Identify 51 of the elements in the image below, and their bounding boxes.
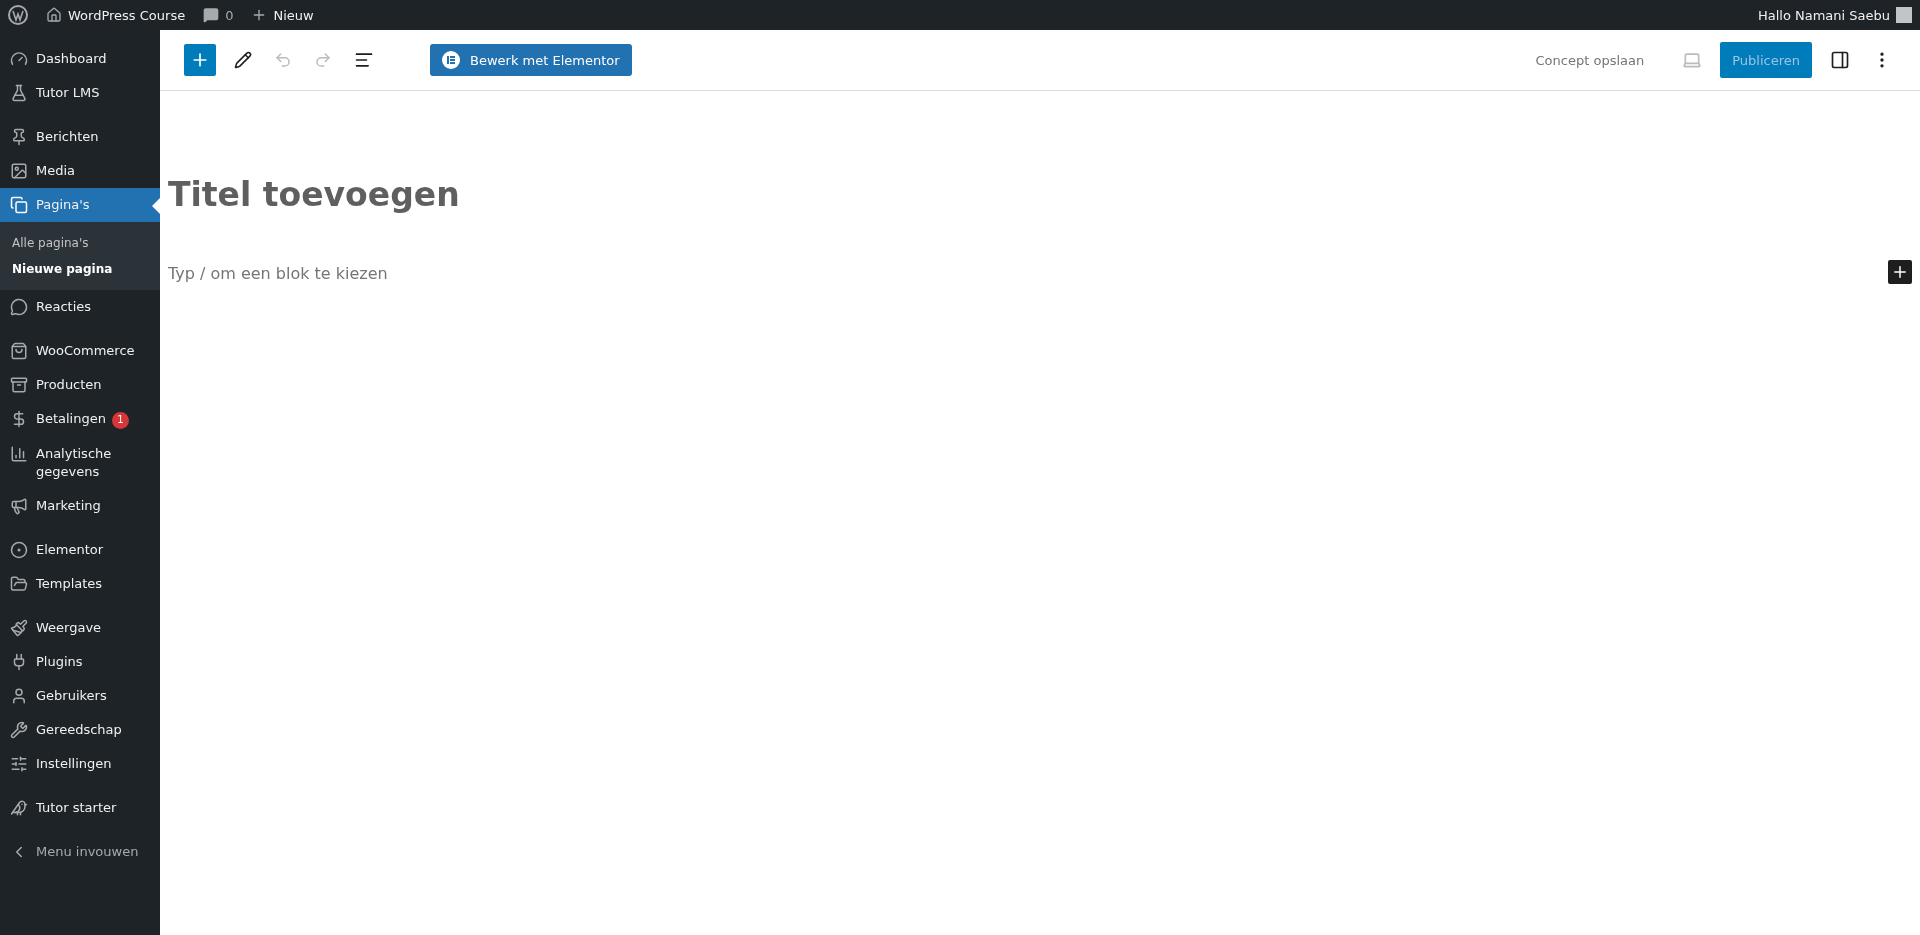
bag-icon (10, 342, 28, 360)
flask-icon (10, 84, 28, 102)
menu-item[interactable]: Gebruikers (0, 678, 160, 713)
gauge-icon (10, 50, 28, 68)
menu-item[interactable]: Betalingen 1 (0, 402, 160, 437)
menu-item[interactable]: Tutor starter (0, 790, 160, 825)
site-link[interactable]: WordPress Course (46, 7, 186, 23)
menu-item[interactable]: Gereedschap (0, 712, 160, 747)
comments-link[interactable]: 0 (203, 7, 234, 23)
elementor-button[interactable]: Bewerk met Elementor (430, 44, 632, 76)
avatar-icon (1896, 7, 1912, 23)
menu-item[interactable]: Marketing (0, 488, 160, 523)
menu-item[interactable]: Producten (0, 368, 160, 402)
add-block-button[interactable] (1888, 260, 1912, 284)
menu-item[interactable]: Berichten (0, 120, 160, 154)
menu-item[interactable]: WooCommerce (0, 334, 160, 368)
count-badge: 1 (111, 411, 129, 429)
menu-item[interactable]: Reacties (0, 290, 160, 324)
image-icon (10, 162, 28, 180)
menu-item[interactable]: Elementor (0, 532, 160, 567)
menu-item[interactable]: Analytische gegevens (0, 436, 160, 489)
submenu-item[interactable]: Nieuwe pagina (0, 256, 160, 282)
speech-bubble-icon (203, 7, 220, 23)
megaphone-icon (10, 496, 28, 515)
menu-item[interactable]: Weergave (0, 610, 160, 645)
menu-item[interactable]: Templates (0, 566, 160, 601)
speech-bubble-icon (10, 298, 28, 316)
user-icon (10, 686, 28, 705)
archive-icon (10, 376, 28, 394)
submenu-item[interactable]: Alle pagina's (0, 230, 160, 256)
circle-icon (10, 540, 28, 559)
home-icon (46, 7, 62, 23)
menu-item[interactable]: Media (0, 154, 160, 188)
save-draft-button[interactable]: Concept opslaan (1529, 51, 1651, 69)
menu-item[interactable]: Dashboard (0, 42, 160, 76)
folder-icon (10, 574, 28, 593)
menu-item[interactable]: Plugins (0, 644, 160, 679)
menu-item[interactable]: Tutor LMS (0, 76, 160, 110)
collapse-menu-button[interactable]: Menu invouwen (0, 834, 160, 869)
new-link[interactable]: Nieuw (251, 7, 314, 23)
wordpress-logo-icon[interactable] (8, 5, 28, 25)
pages-icon (10, 196, 28, 214)
brush-icon (10, 618, 28, 637)
elementor-logo-icon (442, 51, 460, 69)
menu-item[interactable]: Pagina's (0, 188, 160, 222)
menu-item[interactable]: Instellingen (0, 746, 160, 781)
user-greeting[interactable]: Hallo Namani Saebu (1757, 7, 1912, 23)
pin-icon (10, 128, 28, 146)
bar-chart-icon (10, 444, 28, 463)
sliders-icon (10, 754, 28, 773)
wrench-icon (10, 720, 28, 739)
